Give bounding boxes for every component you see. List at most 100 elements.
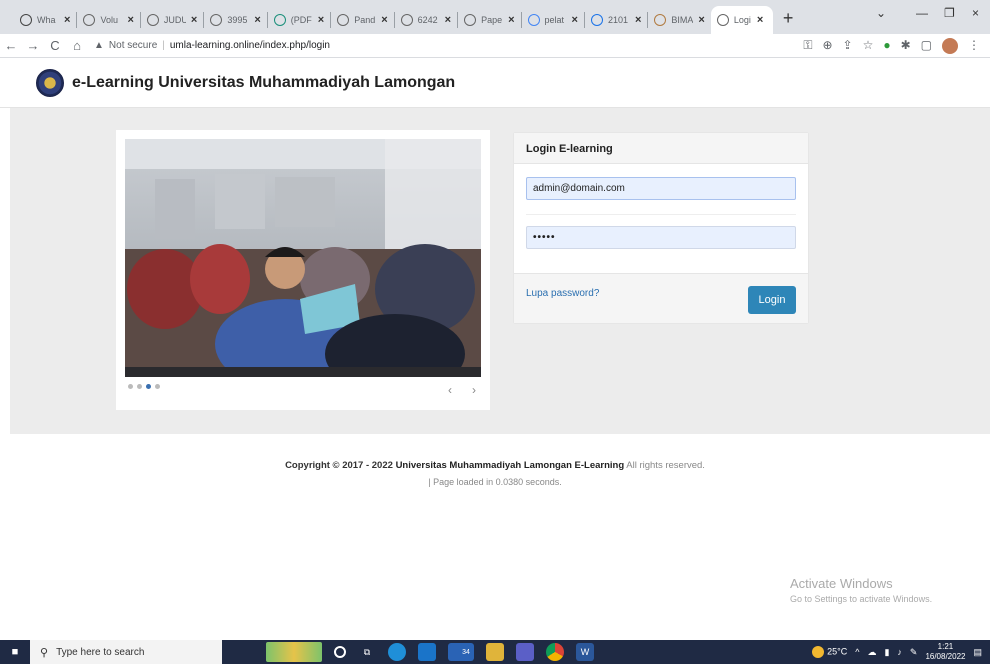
close-tab-icon[interactable]: × [698, 14, 704, 26]
browser-tab[interactable]: (PDF × [268, 6, 330, 34]
next-slide-button[interactable]: › [472, 383, 476, 397]
login-button[interactable]: Login [748, 286, 796, 314]
word-icon[interactable]: W [576, 643, 594, 661]
prev-slide-button[interactable]: ‹ [448, 383, 452, 397]
restore-icon[interactable]: ❐ [944, 6, 955, 20]
store-icon[interactable] [418, 643, 436, 661]
clock[interactable]: 1:21 16/08/2022 [925, 642, 965, 662]
browser-tab[interactable]: 6242 × [395, 6, 457, 34]
weather-temp: 25°C [827, 646, 848, 657]
slider-dot[interactable] [128, 384, 133, 389]
browser-tab[interactable]: Wha × [14, 6, 76, 34]
close-tab-icon[interactable]: × [572, 14, 578, 26]
task-view-icon[interactable]: ⧉ [358, 643, 376, 661]
close-tab-icon[interactable]: × [318, 14, 324, 26]
slider-dot[interactable] [137, 384, 142, 389]
browser-tab[interactable]: Pape × [458, 6, 520, 34]
slider-arrows: ‹ › [448, 383, 476, 397]
close-tab-icon[interactable]: × [64, 14, 70, 26]
close-tab-icon[interactable]: × [254, 14, 260, 26]
pen-icon[interactable]: ✎ [910, 647, 918, 658]
forgot-password-link[interactable]: Lupa password? [526, 288, 599, 299]
close-tab-icon[interactable]: × [757, 14, 763, 26]
tab-title: Volu [100, 15, 118, 25]
close-tab-icon[interactable]: × [635, 14, 641, 26]
home-icon[interactable]: ⌂ [66, 38, 88, 53]
extensions-icon[interactable]: ✱ [901, 38, 911, 54]
sun-icon [812, 646, 825, 658]
new-tab-button[interactable]: + [783, 8, 794, 29]
chrome-icon[interactable] [546, 643, 564, 661]
tab-title: pelat [544, 15, 565, 25]
browser-tab[interactable]: JUDU × [141, 6, 203, 34]
browser-tab[interactable]: pelat × [522, 6, 584, 34]
copyright-prefix: Copyright © 2017 - 2022 [285, 460, 393, 471]
browser-tab[interactable]: 2101 × [585, 6, 647, 34]
cortana-icon[interactable] [334, 646, 346, 658]
browser-tab[interactable]: Volu × [77, 6, 139, 34]
back-icon[interactable]: ← [0, 38, 22, 53]
doc-icon [590, 14, 603, 26]
location-icon[interactable]: ● [883, 38, 890, 54]
weather-widget-icon[interactable] [266, 642, 322, 662]
chatgpt-icon [20, 14, 32, 26]
taskbar-search-placeholder: Type here to search [56, 646, 145, 658]
close-window-icon[interactable]: × [972, 6, 979, 20]
minimize-icon[interactable]: — [916, 6, 928, 20]
address-bar[interactable]: ▲ Not secure | umla-learning.online/inde… [94, 36, 734, 56]
form-divider [526, 214, 796, 215]
browser-tab[interactable]: Pand × [331, 6, 393, 34]
password-input[interactable]: ••••• [526, 226, 796, 249]
share-icon[interactable]: ⇪ [843, 38, 853, 54]
key-icon[interactable]: ⚿ [803, 38, 812, 54]
site-title: e-Learning Universitas Muhammadiyah Lamo… [72, 73, 456, 91]
close-tab-icon[interactable]: × [127, 14, 133, 26]
taskbar-search[interactable]: ⚲ Type here to search [30, 640, 222, 664]
browser-tab[interactable]: 3995 × [204, 6, 266, 34]
slider-dots [128, 384, 160, 389]
menu-icon[interactable]: ⋮ [968, 38, 980, 54]
close-tab-icon[interactable]: × [445, 14, 451, 26]
teams-icon[interactable] [516, 643, 534, 661]
browser-tab-strip: Wha × Volu × JUDU × 3995 × (PDF × Pand × 6242 × Pape × p… [0, 0, 990, 34]
close-tab-icon[interactable]: × [508, 14, 514, 26]
pdf-icon [273, 14, 286, 26]
chevron-up-icon[interactable]: ^ [855, 647, 859, 657]
login-footer: Lupa password? Login [514, 273, 808, 323]
close-tab-icon[interactable]: × [381, 14, 387, 26]
windows-start-icon[interactable]: ■ [0, 646, 30, 658]
weather-status[interactable]: 25°C [812, 646, 847, 658]
network-icon[interactable]: ☁ [867, 647, 876, 658]
zoom-icon[interactable]: ⊕ [822, 38, 832, 54]
tab-title: Pand [354, 15, 376, 25]
reload-icon[interactable]: C [44, 38, 66, 53]
tab-title: Pape [481, 15, 503, 25]
volume-icon[interactable]: ♪ [897, 647, 902, 657]
watermark-line1: Activate Windows [790, 576, 893, 591]
url-text: umla-learning.online/index.php/login [169, 40, 330, 51]
slider-dot[interactable] [155, 384, 160, 389]
browser-tab[interactable]: BIMA × [648, 6, 710, 34]
browser-tab[interactable]: Logi × [710, 6, 773, 34]
slider-dot[interactable] [146, 384, 151, 389]
system-tray: 25°C ^ ☁ ▮ ♪ ✎ 1:21 16/08/2022 ▤ [812, 640, 982, 664]
forward-icon[interactable]: → [22, 38, 44, 53]
globe-icon [400, 14, 413, 26]
star-icon[interactable]: ☆ [863, 38, 874, 54]
notification-icon[interactable]: ▤ [973, 647, 982, 658]
mail-icon[interactable]: 34 [448, 643, 474, 661]
site-header: e-Learning Universitas Muhammadiyah Lamo… [0, 58, 990, 108]
image-slider: ‹ › [116, 130, 490, 410]
globe-icon [337, 14, 350, 26]
close-tab-icon[interactable]: × [191, 14, 197, 26]
address-separator: | [162, 40, 165, 51]
username-input[interactable] [526, 177, 796, 200]
file-explorer-icon[interactable] [486, 643, 504, 661]
copyright-rights: All rights reserved. [626, 460, 705, 471]
profile-avatar[interactable] [942, 38, 958, 54]
battery-icon[interactable]: ▮ [884, 647, 889, 658]
edge-icon[interactable] [388, 643, 406, 661]
sidepanel-icon[interactable]: ▢ [921, 38, 932, 54]
tab-search-icon[interactable]: ⌄ [876, 6, 886, 20]
warning-icon: ▲ [94, 40, 104, 51]
